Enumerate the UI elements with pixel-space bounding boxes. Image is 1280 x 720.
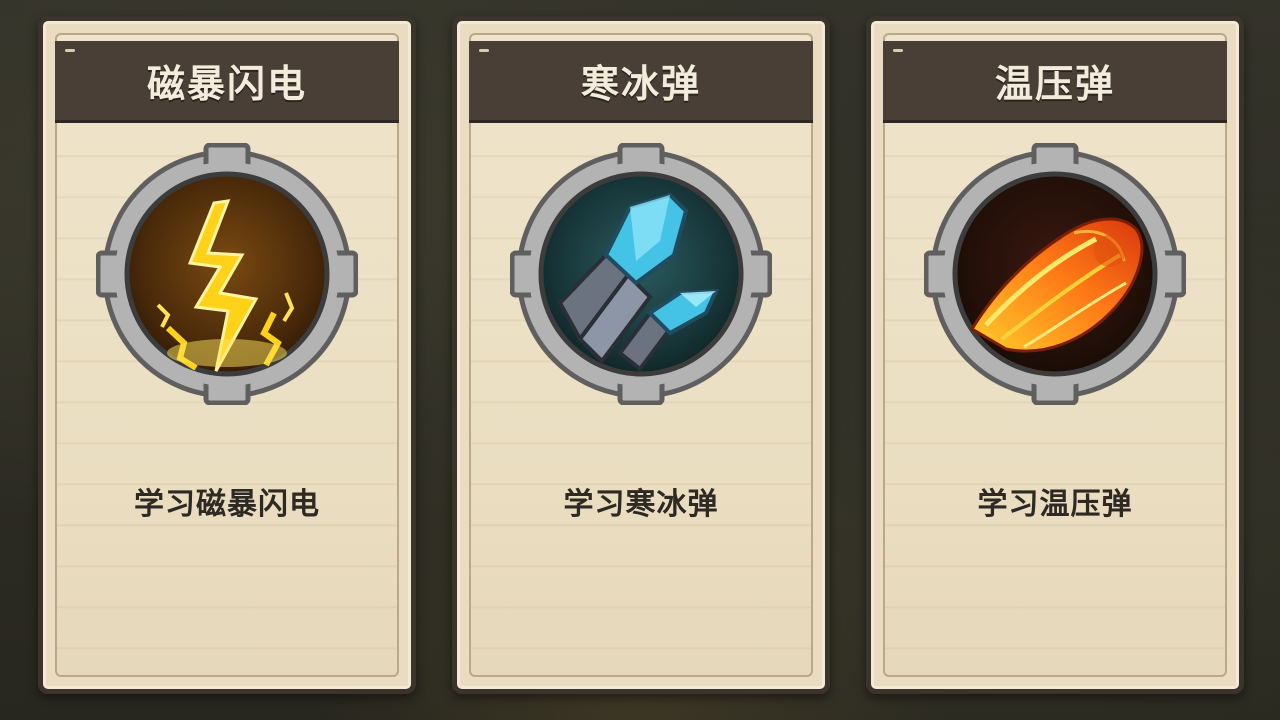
fire-comet-icon — [924, 143, 1186, 405]
learn-skill-button[interactable]: 学习寒冰弹 — [457, 479, 825, 523]
card-header: 磁暴闪电 — [55, 41, 399, 123]
skill-card-lightning[interactable]: 磁暴闪电 学习磁暴闪电 — [38, 16, 416, 694]
skill-selection-screen: 磁暴闪电 学习磁暴闪电 寒冰弹 学习寒冰弹 温压弹 学习温压弹 — [0, 0, 1280, 720]
card-title: 温压弹 — [994, 62, 1115, 106]
learn-skill-button[interactable]: 学习温压弹 — [871, 479, 1239, 523]
card-header: 寒冰弹 — [469, 41, 813, 123]
header-dash — [65, 49, 75, 52]
card-header: 温压弹 — [883, 41, 1227, 123]
card-title: 寒冰弹 — [580, 62, 701, 106]
skill-card-ice[interactable]: 寒冰弹 学习寒冰弹 — [452, 16, 830, 694]
header-dash — [893, 49, 903, 52]
card-title: 磁暴闪电 — [146, 62, 307, 106]
lightning-icon — [96, 143, 358, 405]
ice-shard-icon — [510, 143, 772, 405]
header-dash — [479, 49, 489, 52]
learn-skill-button[interactable]: 学习磁暴闪电 — [43, 479, 411, 523]
skill-card-thermobaric[interactable]: 温压弹 学习温压弹 — [866, 16, 1244, 694]
